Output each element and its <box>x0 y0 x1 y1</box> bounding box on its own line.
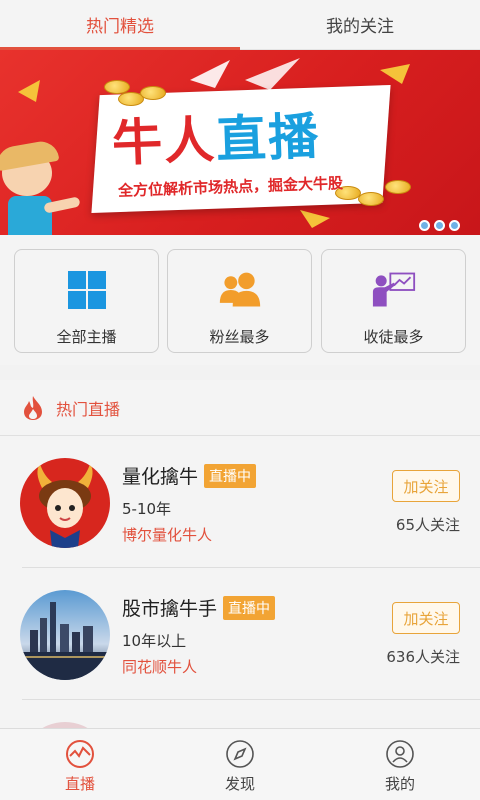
fans-count: 636人关注 <box>386 648 460 666</box>
avatar <box>20 590 110 680</box>
name-row: 量化擒牛 直播中 <box>122 462 257 489</box>
section-title: 热门直播 <box>56 399 121 419</box>
live-badge: 直播中 <box>223 595 276 620</box>
pager-dot[interactable] <box>434 220 445 231</box>
pager-dot[interactable] <box>419 220 430 231</box>
nav-label: 发现 <box>224 775 255 793</box>
category-most-fans[interactable]: 粉丝最多 <box>167 249 312 353</box>
name-row: 股市擒牛手 直播中 <box>122 594 276 621</box>
banner-title: 牛人直播 <box>111 96 321 175</box>
category-label: 粉丝最多 <box>209 328 270 346</box>
banner-pager[interactable] <box>419 220 460 231</box>
live-chart-icon <box>66 740 94 768</box>
streamer-name: 股市擒牛手 <box>122 598 218 620</box>
bottom-nav: 直播 发现 我的 <box>0 728 480 800</box>
coin-icon <box>140 86 166 100</box>
category-cards: 全部主播 粉丝最多 收徒最多 <box>0 235 480 365</box>
promo-banner[interactable]: 牛人直播 全方位解析市场热点，掘金大牛股 <box>0 50 480 235</box>
compass-icon <box>226 740 254 768</box>
section-header-hot-live: 热门直播 <box>0 380 480 436</box>
category-all-anchors[interactable]: 全部主播 <box>14 249 159 353</box>
users-icon <box>218 268 262 312</box>
nav-mine[interactable]: 我的 <box>320 729 480 800</box>
teacher-icon <box>372 268 416 312</box>
list-item[interactable] <box>0 700 480 728</box>
coin-icon <box>385 180 411 194</box>
nav-label: 我的 <box>384 775 415 793</box>
nav-label: 直播 <box>64 775 95 793</box>
pager-dot[interactable] <box>449 220 460 231</box>
category-most-apprentices[interactable]: 收徒最多 <box>321 249 466 353</box>
list-item[interactable]: 股市擒牛手 直播中 10年以上 同花顺牛人 加关注 636人关注 <box>0 568 480 700</box>
nav-live[interactable]: 直播 <box>0 729 160 800</box>
nav-discover[interactable]: 发现 <box>160 729 320 800</box>
flame-icon <box>24 395 42 420</box>
category-label: 收徒最多 <box>363 328 424 346</box>
grid-icon <box>65 268 109 312</box>
list-item[interactable]: 量化擒牛 直播中 5-10年 博尔量化牛人 加关注 65人关注 <box>0 436 480 568</box>
experience-text: 5-10年 <box>122 500 172 518</box>
fans-count: 65人关注 <box>395 516 460 534</box>
banner-title-part2: 直播 <box>215 107 322 169</box>
profile-icon <box>386 740 414 768</box>
streamer-list: 量化擒牛 直播中 5-10年 博尔量化牛人 加关注 65人关注 股市擒牛手 直播… <box>0 436 480 728</box>
category-label: 全部主播 <box>56 328 117 346</box>
follow-button[interactable]: 加关注 <box>392 602 460 634</box>
avatar <box>20 458 110 548</box>
streamer-name: 量化擒牛 <box>122 466 199 488</box>
source-text: 同花顺牛人 <box>122 658 198 676</box>
mascot-body <box>8 196 52 235</box>
follow-button[interactable]: 加关注 <box>392 470 460 502</box>
coin-icon <box>358 192 384 206</box>
tab-hot-picks[interactable]: 热门精选 <box>0 0 240 50</box>
tab-my-follows[interactable]: 我的关注 <box>240 0 480 49</box>
top-tabs: 热门精选 我的关注 <box>0 0 480 50</box>
live-badge: 直播中 <box>204 463 257 488</box>
source-text: 博尔量化牛人 <box>122 526 213 544</box>
banner-title-part1: 牛人 <box>111 111 218 173</box>
experience-text: 10年以上 <box>122 632 187 650</box>
